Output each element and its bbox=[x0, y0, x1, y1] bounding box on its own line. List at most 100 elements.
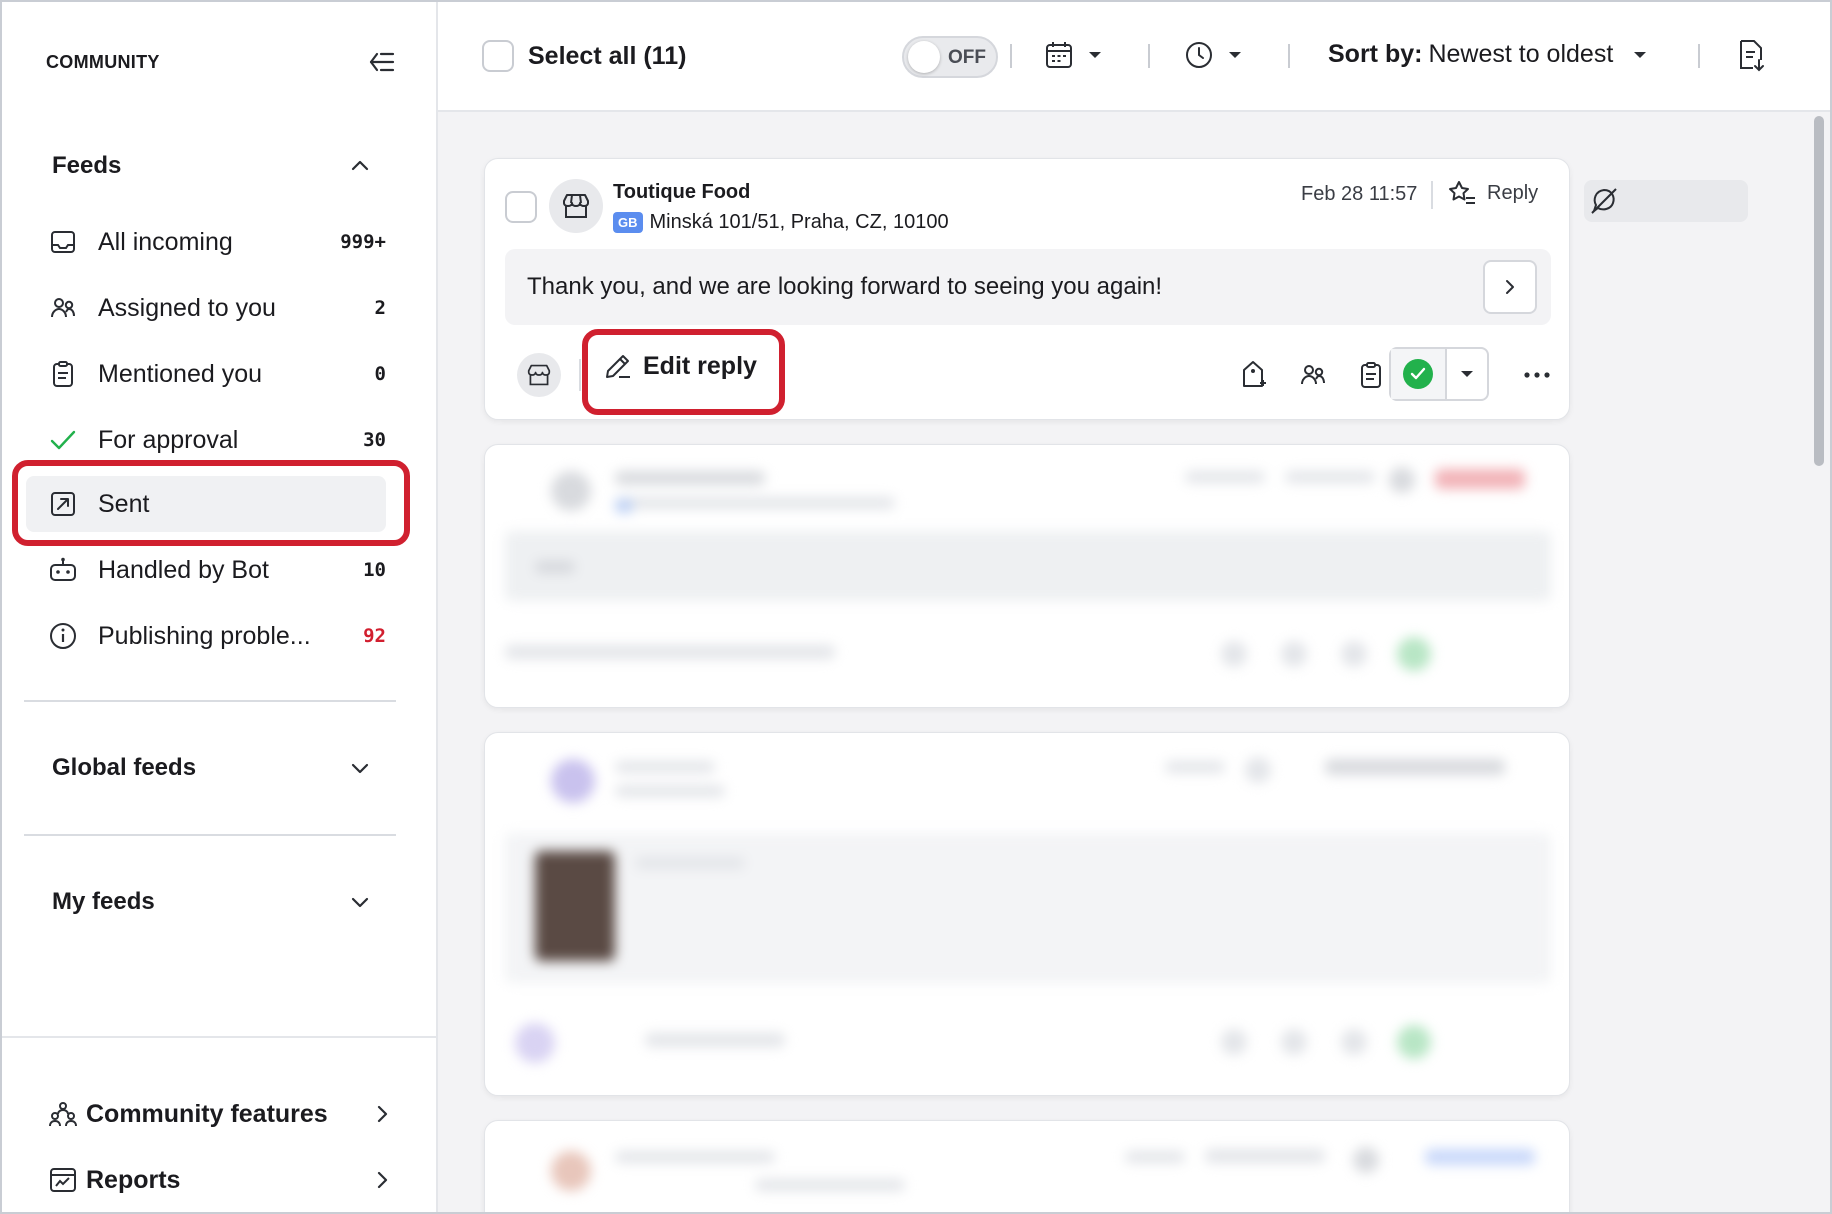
sent-icon bbox=[48, 489, 78, 519]
export-button[interactable] bbox=[1736, 38, 1766, 72]
divider bbox=[24, 834, 396, 836]
sidebar-item-assigned[interactable]: Assigned to you 2 bbox=[26, 280, 386, 336]
reply-label: Reply bbox=[1487, 181, 1539, 204]
toolbar: Select all (11) OFF Sort by: Newest to o… bbox=[438, 2, 1830, 112]
sidebar-item-label: Publishing proble... bbox=[98, 621, 311, 650]
sidebar-item-for-approval[interactable]: For approval 30 bbox=[26, 412, 386, 468]
caret-down-icon bbox=[1229, 52, 1241, 58]
add-label-button[interactable] bbox=[1233, 355, 1273, 395]
my-feeds-section-toggle[interactable]: My feeds bbox=[52, 882, 372, 922]
divider bbox=[579, 359, 581, 391]
feeds-section-label: Feeds bbox=[52, 152, 122, 179]
clipboard-icon bbox=[1361, 362, 1381, 388]
my-feeds-label: My feeds bbox=[52, 888, 155, 915]
pencil-icon bbox=[606, 355, 630, 378]
feeds-section-toggle[interactable]: Feeds bbox=[52, 146, 372, 186]
reply-message-text: Thank you, and we are looking forward to… bbox=[527, 273, 1163, 300]
divider bbox=[1288, 44, 1290, 68]
sidebar-title: COMMUNITY bbox=[46, 51, 160, 72]
sidebar-item-label: Assigned to you bbox=[98, 293, 276, 322]
bot-icon bbox=[48, 555, 78, 585]
store-icon bbox=[527, 364, 551, 386]
sidebar-item-count: 0 bbox=[374, 363, 386, 385]
star-list-icon bbox=[1449, 181, 1475, 204]
info-icon bbox=[48, 621, 78, 651]
blurred-content bbox=[485, 1121, 1569, 1212]
sidebar-item-sent[interactable]: Sent bbox=[26, 476, 386, 532]
toggle-state-label: OFF bbox=[948, 47, 986, 68]
caret-down-icon bbox=[1461, 371, 1473, 377]
more-icon bbox=[1524, 372, 1550, 378]
select-all[interactable]: Select all (11) bbox=[482, 40, 686, 72]
mark-done-button[interactable] bbox=[1391, 349, 1447, 399]
sidebar-item-handled-by-bot[interactable]: Handled by Bot 10 bbox=[26, 542, 386, 598]
post-checkbox[interactable] bbox=[505, 191, 537, 223]
sidebar-item-count: 92 bbox=[363, 625, 386, 647]
status-dropdown[interactable] bbox=[1447, 349, 1487, 399]
sidebar-item-label: Sent bbox=[98, 489, 150, 518]
sidebar-item-label: All incoming bbox=[98, 227, 233, 256]
select-all-checkbox[interactable] bbox=[482, 40, 514, 72]
divider bbox=[1698, 44, 1700, 68]
no-comment-icon bbox=[1591, 188, 1617, 214]
chevron-up-icon bbox=[351, 160, 369, 171]
caret-down-icon bbox=[1634, 51, 1647, 58]
global-feeds-label: Global feeds bbox=[52, 754, 197, 781]
tag-add-icon bbox=[1243, 361, 1266, 387]
sidebar-item-mentioned[interactable]: Mentioned you 0 bbox=[26, 346, 386, 402]
assign-button[interactable] bbox=[1293, 355, 1333, 395]
reply-message: Thank you, and we are looking forward to… bbox=[505, 249, 1551, 325]
sort-dropdown[interactable]: Sort by: Newest to oldest bbox=[1328, 40, 1647, 69]
sidebar-item-count: 30 bbox=[363, 429, 386, 451]
reply-button[interactable]: Reply bbox=[1447, 179, 1538, 207]
sidebar-item-label: Handled by Bot bbox=[98, 555, 269, 584]
no-comment-chip[interactable] bbox=[1584, 180, 1748, 222]
export-file-icon bbox=[1740, 40, 1764, 72]
users-icon bbox=[1301, 365, 1325, 385]
sender-avatar bbox=[517, 353, 561, 397]
users-icon bbox=[48, 293, 78, 323]
sidebar-item-all-incoming[interactable]: All incoming 999+ bbox=[26, 214, 386, 270]
inbox-icon bbox=[48, 227, 78, 257]
reports-link[interactable]: Reports bbox=[48, 1158, 394, 1202]
auto-toggle[interactable]: OFF bbox=[902, 36, 998, 78]
sidebar: COMMUNITY Feeds All incoming 999+ Assign… bbox=[2, 2, 438, 1212]
toggle-knob bbox=[908, 41, 940, 73]
edit-reply-button[interactable]: Edit reply bbox=[603, 351, 757, 381]
community-features-link[interactable]: Community features bbox=[48, 1092, 394, 1136]
post-date: Feb 28 11:57 bbox=[1301, 183, 1418, 205]
collapse-sidebar-icon[interactable] bbox=[366, 47, 396, 77]
more-options-button[interactable] bbox=[1517, 355, 1557, 395]
post-card-blurred bbox=[484, 1120, 1570, 1212]
sidebar-item-count: 2 bbox=[374, 297, 386, 319]
sidebar-item-count: 10 bbox=[363, 559, 386, 581]
chevron-right-icon bbox=[377, 1105, 388, 1123]
reports-label: Reports bbox=[86, 1165, 181, 1194]
status-split-button bbox=[1389, 347, 1489, 401]
check-icon bbox=[48, 425, 78, 455]
select-all-label: Select all (11) bbox=[528, 41, 687, 70]
post-card-blurred bbox=[484, 444, 1570, 708]
store-icon bbox=[563, 194, 589, 218]
divider bbox=[24, 700, 396, 702]
date-filter-dropdown[interactable] bbox=[1044, 40, 1102, 70]
chevron-down-icon bbox=[351, 897, 369, 908]
chevron-down-icon bbox=[351, 763, 369, 774]
time-filter-dropdown[interactable] bbox=[1184, 40, 1242, 70]
sort-value: Newest to oldest bbox=[1428, 40, 1614, 68]
sidebar-footer: Community features Reports bbox=[2, 1036, 436, 1212]
clock-icon bbox=[1186, 42, 1212, 68]
sidebar-item-publishing-problems[interactable]: Publishing proble... 92 bbox=[26, 608, 386, 664]
notes-button[interactable] bbox=[1351, 355, 1391, 395]
community-features-icon bbox=[49, 1102, 77, 1127]
scrollbar-thumb[interactable] bbox=[1814, 116, 1824, 466]
sort-prefix: Sort by: bbox=[1328, 40, 1423, 68]
expand-button[interactable] bbox=[1483, 260, 1537, 314]
divider bbox=[1148, 44, 1150, 68]
app-window: COMMUNITY Feeds All incoming 999+ Assign… bbox=[0, 0, 1832, 1214]
location-text: Minská 101/51, Praha, CZ, 10100 bbox=[649, 211, 949, 233]
sidebar-item-label: For approval bbox=[98, 425, 239, 454]
global-feeds-section-toggle[interactable]: Global feeds bbox=[52, 748, 372, 788]
post-author: Toutique Food bbox=[613, 181, 751, 203]
chevron-right-icon bbox=[1506, 280, 1514, 294]
